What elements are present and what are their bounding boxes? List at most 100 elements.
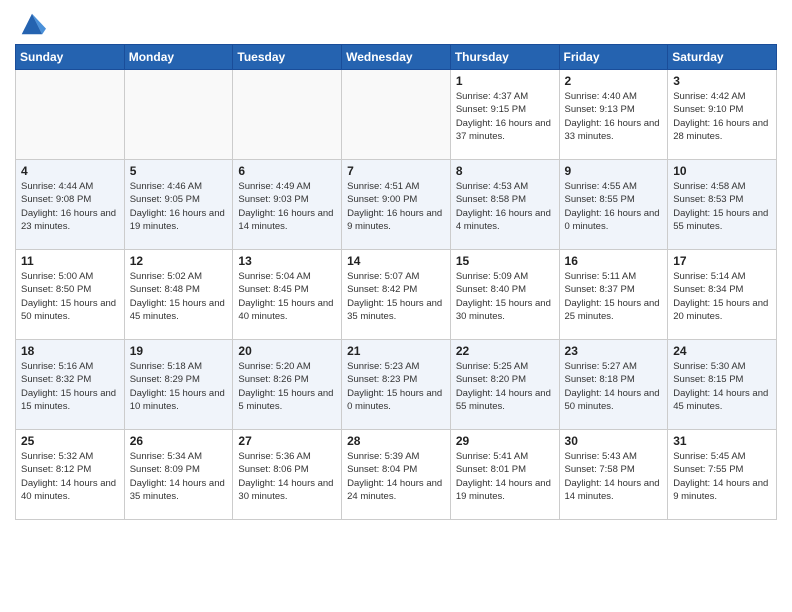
day-info: Sunrise: 5:30 AM Sunset: 8:15 PM Dayligh…: [673, 360, 771, 413]
day-number: 8: [456, 164, 554, 178]
calendar-cell: 7 Sunrise: 4:51 AM Sunset: 9:00 PM Daylig…: [342, 160, 451, 250]
day-info: Sunrise: 5:07 AM Sunset: 8:42 PM Dayligh…: [347, 270, 445, 323]
calendar-cell: 19 Sunrise: 5:18 AM Sunset: 8:29 PM Dayli…: [124, 340, 233, 430]
calendar-cell: 4Sunrise: 4:44 AM Sunset: 9:08 PM Daylig…: [16, 160, 125, 250]
day-number: 1: [456, 74, 554, 88]
calendar-cell: 13 Sunrise: 5:04 AM Sunset: 8:45 PM Dayli…: [233, 250, 342, 340]
day-number: 23: [565, 344, 663, 358]
calendar-cell: 30 Sunrise: 5:43 AM Sunset: 7:58 PM Dayli…: [559, 430, 668, 520]
weekday-header-sunday: Sunday: [16, 45, 125, 70]
day-info: Sunrise: 5:43 AM Sunset: 7:58 PM Dayligh…: [565, 450, 663, 503]
calendar-cell: 29Sunrise: 5:41 AM Sunset: 8:01 PM Dayli…: [450, 430, 559, 520]
day-info: Sunrise: 4:53 AM Sunset: 8:58 PM Dayligh…: [456, 180, 554, 233]
day-number: 26: [130, 434, 228, 448]
day-info: Sunrise: 4:55 AM Sunset: 8:55 PM Dayligh…: [565, 180, 663, 233]
day-number: 28: [347, 434, 445, 448]
day-number: 10: [673, 164, 771, 178]
day-number: 27: [238, 434, 336, 448]
day-info: Sunrise: 5:39 AM Sunset: 8:04 PM Dayligh…: [347, 450, 445, 503]
day-number: 7: [347, 164, 445, 178]
day-info: Sunrise: 4:46 AM Sunset: 9:05 PM Dayligh…: [130, 180, 228, 233]
day-number: 12: [130, 254, 228, 268]
day-number: 15: [456, 254, 554, 268]
weekday-header-monday: Monday: [124, 45, 233, 70]
day-info: Sunrise: 5:02 AM Sunset: 8:48 PM Dayligh…: [130, 270, 228, 323]
calendar-cell: [233, 70, 342, 160]
day-number: 16: [565, 254, 663, 268]
day-info: Sunrise: 5:34 AM Sunset: 8:09 PM Dayligh…: [130, 450, 228, 503]
day-number: 2: [565, 74, 663, 88]
weekday-header-wednesday: Wednesday: [342, 45, 451, 70]
day-number: 14: [347, 254, 445, 268]
calendar-cell: 17Sunrise: 5:14 AM Sunset: 8:34 PM Dayli…: [668, 250, 777, 340]
calendar-cell: 23 Sunrise: 5:27 AM Sunset: 8:18 PM Dayli…: [559, 340, 668, 430]
calendar-cell: 25Sunrise: 5:32 AM Sunset: 8:12 PM Dayli…: [16, 430, 125, 520]
calendar-cell: [124, 70, 233, 160]
day-info: Sunrise: 5:27 AM Sunset: 8:18 PM Dayligh…: [565, 360, 663, 413]
calendar-cell: [342, 70, 451, 160]
day-number: 5: [130, 164, 228, 178]
day-info: Sunrise: 5:04 AM Sunset: 8:45 PM Dayligh…: [238, 270, 336, 323]
weekday-header-tuesday: Tuesday: [233, 45, 342, 70]
day-info: Sunrise: 5:23 AM Sunset: 8:23 PM Dayligh…: [347, 360, 445, 413]
day-info: Sunrise: 5:25 AM Sunset: 8:20 PM Dayligh…: [456, 360, 554, 413]
calendar-cell: 6 Sunrise: 4:49 AM Sunset: 9:03 PM Daylig…: [233, 160, 342, 250]
week-row-2: 4Sunrise: 4:44 AM Sunset: 9:08 PM Daylig…: [16, 160, 777, 250]
calendar-cell: 9Sunrise: 4:55 AM Sunset: 8:55 PM Daylig…: [559, 160, 668, 250]
day-info: Sunrise: 4:37 AM Sunset: 9:15 PM Dayligh…: [456, 90, 554, 143]
weekday-header-friday: Friday: [559, 45, 668, 70]
calendar-cell: 2 Sunrise: 4:40 AM Sunset: 9:13 PM Daylig…: [559, 70, 668, 160]
logo-icon: [18, 10, 46, 38]
day-number: 29: [456, 434, 554, 448]
calendar-cell: 14 Sunrise: 5:07 AM Sunset: 8:42 PM Dayli…: [342, 250, 451, 340]
calendar-cell: 8 Sunrise: 4:53 AM Sunset: 8:58 PM Daylig…: [450, 160, 559, 250]
week-row-3: 11Sunrise: 5:00 AM Sunset: 8:50 PM Dayli…: [16, 250, 777, 340]
day-number: 18: [21, 344, 119, 358]
calendar-table: SundayMondayTuesdayWednesdayThursdayFrid…: [15, 44, 777, 520]
calendar-cell: 12 Sunrise: 5:02 AM Sunset: 8:48 PM Dayli…: [124, 250, 233, 340]
calendar-cell: 18Sunrise: 5:16 AM Sunset: 8:32 PM Dayli…: [16, 340, 125, 430]
day-number: 31: [673, 434, 771, 448]
weekday-header-row: SundayMondayTuesdayWednesdayThursdayFrid…: [16, 45, 777, 70]
day-info: Sunrise: 4:58 AM Sunset: 8:53 PM Dayligh…: [673, 180, 771, 233]
calendar-cell: 21Sunrise: 5:23 AM Sunset: 8:23 PM Dayli…: [342, 340, 451, 430]
day-number: 4: [21, 164, 119, 178]
day-number: 30: [565, 434, 663, 448]
day-info: Sunrise: 5:36 AM Sunset: 8:06 PM Dayligh…: [238, 450, 336, 503]
week-row-4: 18Sunrise: 5:16 AM Sunset: 8:32 PM Dayli…: [16, 340, 777, 430]
day-info: Sunrise: 4:51 AM Sunset: 9:00 PM Dayligh…: [347, 180, 445, 233]
calendar-cell: 24 Sunrise: 5:30 AM Sunset: 8:15 PM Dayli…: [668, 340, 777, 430]
calendar-cell: 10 Sunrise: 4:58 AM Sunset: 8:53 PM Dayli…: [668, 160, 777, 250]
day-number: 13: [238, 254, 336, 268]
day-info: Sunrise: 5:45 AM Sunset: 7:55 PM Dayligh…: [673, 450, 771, 503]
calendar-cell: 1 Sunrise: 4:37 AM Sunset: 9:15 PM Daylig…: [450, 70, 559, 160]
day-info: Sunrise: 4:49 AM Sunset: 9:03 PM Dayligh…: [238, 180, 336, 233]
calendar-cell: 26 Sunrise: 5:34 AM Sunset: 8:09 PM Dayli…: [124, 430, 233, 520]
logo: [15, 10, 46, 38]
day-info: Sunrise: 5:09 AM Sunset: 8:40 PM Dayligh…: [456, 270, 554, 323]
calendar-cell: 15 Sunrise: 5:09 AM Sunset: 8:40 PM Dayli…: [450, 250, 559, 340]
calendar-cell: 11Sunrise: 5:00 AM Sunset: 8:50 PM Dayli…: [16, 250, 125, 340]
calendar-cell: 3 Sunrise: 4:42 AM Sunset: 9:10 PM Daylig…: [668, 70, 777, 160]
weekday-header-thursday: Thursday: [450, 45, 559, 70]
calendar-cell: 31 Sunrise: 5:45 AM Sunset: 7:55 PM Dayli…: [668, 430, 777, 520]
calendar-cell: 5 Sunrise: 4:46 AM Sunset: 9:05 PM Daylig…: [124, 160, 233, 250]
day-info: Sunrise: 4:42 AM Sunset: 9:10 PM Dayligh…: [673, 90, 771, 143]
calendar-cell: 22 Sunrise: 5:25 AM Sunset: 8:20 PM Dayli…: [450, 340, 559, 430]
week-row-1: 1 Sunrise: 4:37 AM Sunset: 9:15 PM Daylig…: [16, 70, 777, 160]
day-number: 24: [673, 344, 771, 358]
day-number: 3: [673, 74, 771, 88]
calendar-cell: 27 Sunrise: 5:36 AM Sunset: 8:06 PM Dayli…: [233, 430, 342, 520]
day-number: 22: [456, 344, 554, 358]
day-info: Sunrise: 4:40 AM Sunset: 9:13 PM Dayligh…: [565, 90, 663, 143]
calendar-cell: 20Sunrise: 5:20 AM Sunset: 8:26 PM Dayli…: [233, 340, 342, 430]
day-info: Sunrise: 5:18 AM Sunset: 8:29 PM Dayligh…: [130, 360, 228, 413]
day-info: Sunrise: 5:00 AM Sunset: 8:50 PM Dayligh…: [21, 270, 119, 323]
day-info: Sunrise: 5:32 AM Sunset: 8:12 PM Dayligh…: [21, 450, 119, 503]
week-row-5: 25Sunrise: 5:32 AM Sunset: 8:12 PM Dayli…: [16, 430, 777, 520]
day-info: Sunrise: 5:11 AM Sunset: 8:37 PM Dayligh…: [565, 270, 663, 323]
calendar-cell: 28 Sunrise: 5:39 AM Sunset: 8:04 PM Dayli…: [342, 430, 451, 520]
day-info: Sunrise: 5:14 AM Sunset: 8:34 PM Dayligh…: [673, 270, 771, 323]
day-number: 19: [130, 344, 228, 358]
day-number: 6: [238, 164, 336, 178]
